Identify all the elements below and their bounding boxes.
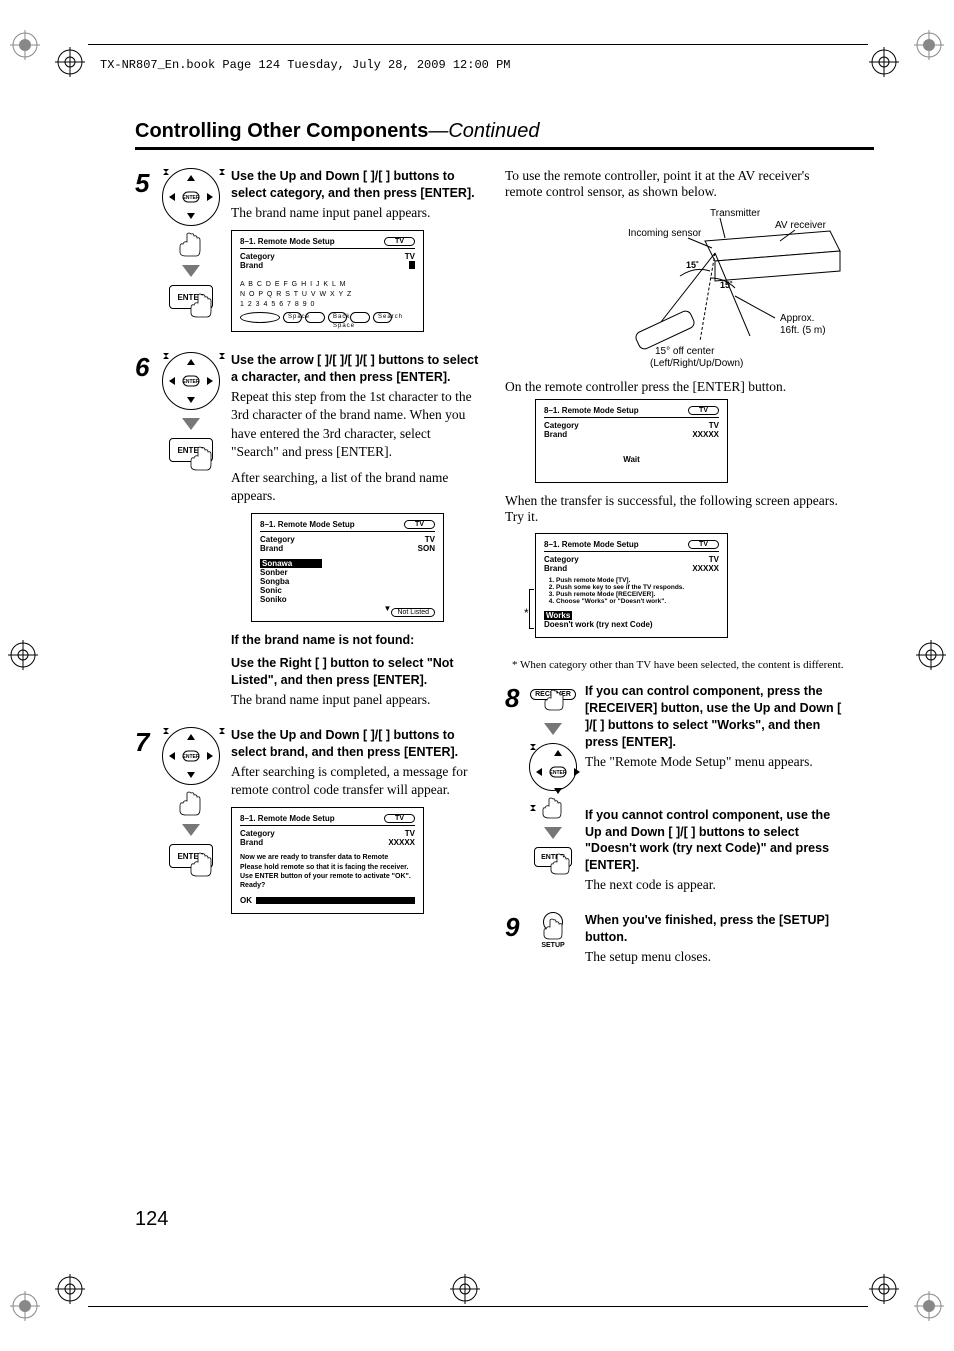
page-title: Controlling Other Components—Continued	[135, 120, 874, 150]
step-body: The next code is appear.	[585, 876, 850, 894]
arrow-down-icon	[544, 827, 562, 839]
manual-page: TX-NR807_En.book Page 124 Tuesday, July …	[0, 0, 954, 1351]
svg-text:Approx.: Approx.	[780, 313, 814, 324]
step-body: The brand name input panel appears.	[231, 204, 480, 222]
right-column: To use the remote controller, point it a…	[505, 168, 850, 984]
dpad-icon: ENTER	[162, 352, 220, 410]
arrow-down-icon	[544, 723, 562, 735]
step-8: 8 RECEIVER ENTER ENTER	[505, 683, 850, 902]
step-number: 8	[505, 683, 525, 714]
reg-mark-icon	[55, 47, 85, 77]
arrow-down-icon	[182, 824, 200, 836]
hand-icon	[541, 918, 567, 940]
intro-text: To use the remote controller, point it a…	[505, 168, 850, 200]
svg-text:ENTER: ENTER	[183, 754, 200, 760]
osd-panel: 8–1. Remote Mode SetupTV CategoryTV Bran…	[535, 399, 728, 483]
reg-mark-icon	[10, 1291, 40, 1321]
letter-grid: A B C D E F G H I J K L M N O P Q R S T …	[240, 280, 415, 323]
hand-icon	[548, 853, 574, 875]
page-number: 124	[135, 1208, 168, 1231]
arrow-down-icon	[182, 418, 200, 430]
step-number: 5	[135, 168, 155, 199]
body-text: On the remote controller press the [ENTE…	[505, 379, 850, 395]
step-heading: When you've finished, press the [SETUP] …	[585, 912, 850, 946]
reg-mark-icon	[869, 47, 899, 77]
reg-mark-icon	[55, 1274, 85, 1304]
step-body: The setup menu closes.	[585, 948, 850, 966]
step-number: 7	[135, 727, 155, 758]
svg-text:16ft. (5 m): 16ft. (5 m)	[780, 325, 826, 336]
step-7: 7 ENTER ENTER Use the Up and Down [ ]/[ …	[135, 727, 480, 924]
reg-mark-icon	[8, 640, 38, 670]
step-heading: Use the arrow [ ]/[ ]/[ ]/[ ] buttons to…	[231, 352, 480, 386]
hand-icon	[176, 232, 206, 257]
hand-icon	[187, 293, 217, 318]
svg-text:15˚: 15˚	[720, 280, 733, 290]
reg-mark-icon	[914, 30, 944, 60]
step-heading: If you can control component, press the …	[585, 683, 850, 751]
osd-panel: 8–1. Remote Mode SetupTV CategoryTV Bran…	[231, 230, 424, 332]
step-number: 9	[505, 912, 525, 943]
svg-text:AV receiver: AV receiver	[775, 220, 827, 231]
step-subheading: If the brand name is not found:	[231, 632, 480, 649]
reg-mark-icon	[450, 1274, 480, 1304]
svg-text:15° off center: 15° off center	[655, 346, 715, 357]
step-body: The "Remote Mode Setup" menu appears.	[585, 753, 850, 771]
svg-text:Transmitter: Transmitter	[710, 208, 761, 219]
svg-text:(Left/Right/Up/Down): (Left/Right/Up/Down)	[650, 358, 743, 369]
footnote: * When category other than TV have been …	[520, 659, 850, 671]
step-5: 5 ENTER ENTER Use the Up and Down [ ]/[ …	[135, 168, 480, 342]
reg-mark-icon	[914, 1291, 944, 1321]
svg-text:Incoming sensor: Incoming sensor	[628, 228, 702, 239]
osd-panel: 8–1. Remote Mode SetupTV CategoryTV Bran…	[251, 513, 444, 622]
title-continued: —Continued	[428, 120, 539, 142]
step-body: The brand name input panel appears.	[231, 691, 480, 709]
svg-text:ENTER: ENTER	[183, 379, 200, 385]
svg-text:15˚: 15˚	[686, 260, 699, 270]
step-heading: If you cannot control component, use the…	[585, 807, 850, 875]
osd-panel: 8–1. Remote Mode SetupTV CategoryTV Bran…	[231, 807, 424, 913]
osd-panel: 8–1. Remote Mode SetupTV CategoryTV Bran…	[535, 533, 728, 638]
pdf-header: TX-NR807_En.book Page 124 Tuesday, July …	[100, 58, 510, 72]
hand-icon	[176, 791, 206, 816]
svg-text:ENTER: ENTER	[183, 195, 200, 201]
title-text: Controlling Other Components	[135, 120, 428, 142]
receiver-diagram: Transmitter AV receiver Incoming sensor	[620, 206, 850, 371]
step-6: 6 ENTER ENTER Use the arrow [ ]/[ ]/[ ]/…	[135, 352, 480, 717]
reg-mark-icon	[10, 30, 40, 60]
step-number: 6	[135, 352, 155, 383]
step-body: After searching, a list of the brand nam…	[231, 469, 480, 505]
dpad-icon: ENTER	[162, 727, 220, 785]
arrow-down-icon	[182, 265, 200, 277]
reg-mark-icon	[869, 1274, 899, 1304]
dpad-icon: ENTER	[529, 743, 577, 791]
body-text: When the transfer is successful, the fol…	[505, 493, 850, 525]
hand-icon	[542, 689, 568, 711]
step-body: Repeat this step from the 1st character …	[231, 388, 480, 461]
reg-mark-icon	[916, 640, 946, 670]
svg-text:ENTER: ENTER	[550, 770, 567, 776]
step-9: 9 SETUP When you've finished, press the …	[505, 912, 850, 974]
step-subheading: Use the Right [ ] button to select "Not …	[231, 655, 480, 689]
step-body: After searching is completed, a message …	[231, 763, 480, 799]
left-column: 5 ENTER ENTER Use the Up and Down [ ]/[ …	[135, 168, 480, 984]
dpad-icon: ENTER	[162, 168, 220, 226]
hand-icon	[187, 852, 217, 877]
hand-icon	[187, 446, 217, 471]
step-heading: Use the Up and Down [ ]/[ ] buttons to s…	[231, 727, 480, 761]
step-heading: Use the Up and Down [ ]/[ ] buttons to s…	[231, 168, 480, 202]
hand-icon	[540, 797, 566, 819]
